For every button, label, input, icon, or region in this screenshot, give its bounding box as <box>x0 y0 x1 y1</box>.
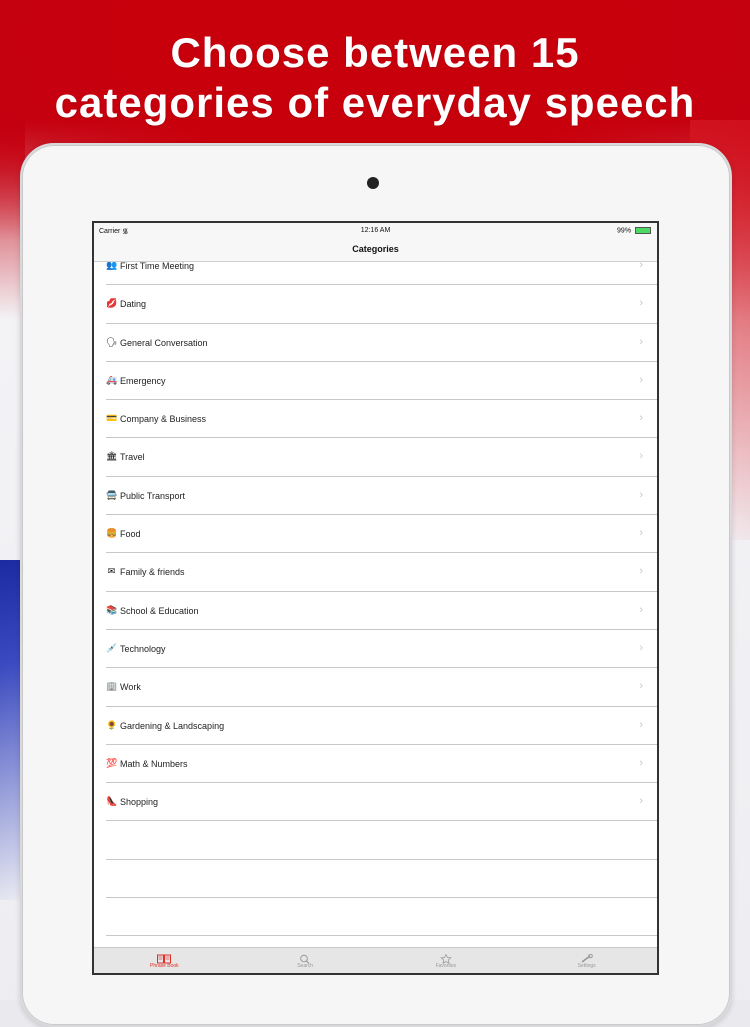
battery-percent: 99% <box>617 227 632 235</box>
list-item[interactable]: 🏛 Travel › <box>106 438 657 477</box>
battery-indicator: 99% <box>617 227 651 234</box>
tablet-screen: Carrier ᯾ 12:16 AM 99% Categories 👥 First… <box>92 221 659 975</box>
list-item-label: Company & Business <box>120 414 207 425</box>
front-camera <box>367 177 379 189</box>
list-item[interactable]: 👥 First Time Meeting › <box>106 262 657 286</box>
empty-row <box>106 821 657 860</box>
promo-headline-line-1: Choose between 15 <box>170 29 580 76</box>
list-item[interactable]: 🚍 Public Transport › <box>106 477 657 516</box>
list-item-label: Travel <box>120 452 145 463</box>
list-item-label: Technology <box>120 643 166 654</box>
list-item-label: Emergency <box>120 375 166 386</box>
office-building-icon: 🏢 <box>106 681 118 692</box>
search-icon <box>298 951 312 964</box>
chevron-right-icon: › <box>639 412 643 425</box>
chevron-right-icon: › <box>639 718 643 731</box>
tab-settings[interactable]: Settings <box>516 948 657 973</box>
chevron-right-icon: › <box>639 795 643 808</box>
page-title: Categories <box>352 244 399 254</box>
book-icon <box>157 951 172 964</box>
promo-headline-line-2: categories of everyday speech <box>54 79 696 126</box>
high-heel-icon: 👠 <box>106 796 118 807</box>
chevron-right-icon: › <box>639 603 643 616</box>
list-item[interactable]: ✉ Family & friends › <box>106 553 657 592</box>
hamburger-icon: 🍔 <box>106 528 118 539</box>
tab-bar: Phrase Book Search Favorites Settings <box>94 947 657 973</box>
list-item[interactable]: 🏢 Work › <box>106 668 657 707</box>
chevron-right-icon: › <box>639 262 643 271</box>
list-item-label: Gardening & Landscaping <box>120 720 225 731</box>
syringe-icon: 💉 <box>106 642 118 653</box>
tab-label: Settings <box>577 963 596 969</box>
tab-search[interactable]: Search <box>235 948 376 973</box>
battery-icon <box>635 227 651 234</box>
empty-row <box>106 860 657 899</box>
list-item-label: Shopping <box>120 797 159 808</box>
status-time: 12:16 AM <box>360 227 391 234</box>
books-icon: 📚 <box>106 604 118 615</box>
tab-favorites[interactable]: Favorites <box>376 948 517 973</box>
list-item-label: First Time Meeting <box>120 262 195 271</box>
empty-row <box>106 898 657 937</box>
list-item-label: Math & Numbers <box>120 758 188 769</box>
list-item[interactable]: 🍔 Food › <box>106 515 657 554</box>
chevron-right-icon: › <box>639 641 643 654</box>
list-item[interactable]: 💯 Math & Numbers › <box>106 745 657 784</box>
chevron-right-icon: › <box>639 565 643 578</box>
list-item-label: General Conversation <box>120 337 208 348</box>
ambulance-icon: 🚑 <box>106 374 118 385</box>
list-item[interactable]: 🗣 General Conversation › <box>106 324 657 362</box>
list-item-label: Public Transport <box>120 490 186 501</box>
chevron-right-icon: › <box>639 373 643 386</box>
list-item-label: Dating <box>120 299 147 310</box>
chevron-right-icon: › <box>639 297 643 310</box>
chevron-right-icon: › <box>639 680 643 693</box>
tab-label: Phrase Book <box>150 963 179 969</box>
chevron-right-icon: › <box>639 756 643 769</box>
tab-phrase-book[interactable]: Phrase Book <box>94 948 235 973</box>
sunflower-icon: 🌻 <box>106 719 118 730</box>
tab-label: Favorites <box>435 963 457 969</box>
category-list[interactable]: 👥 First Time Meeting › 💋 Dating › 🗣 General Con… <box>94 262 657 949</box>
classical-building-icon: 🏛 <box>106 451 118 462</box>
speaking-head-icon: 🗣 <box>106 336 118 347</box>
credit-card-icon: 💳 <box>106 413 118 424</box>
list-item[interactable]: 💋 Dating › <box>106 285 657 324</box>
people-icon: 👥 <box>106 262 118 270</box>
lips-icon: 💋 <box>106 298 118 309</box>
list-item[interactable]: 💳 Company & Business › <box>106 400 657 439</box>
list-item[interactable]: 🌻 Gardening & Landscaping › <box>106 707 657 745</box>
hundred-points-icon: 💯 <box>106 757 118 768</box>
chevron-right-icon: › <box>639 335 643 348</box>
list-item[interactable]: 👠 Shopping › <box>106 783 657 822</box>
list-item-label: Work <box>120 682 141 693</box>
bus-icon: 🚍 <box>106 489 118 500</box>
list-item[interactable]: 🚑 Emergency › <box>106 362 657 401</box>
list-item-label: Family & friends <box>120 567 185 578</box>
settings-icon <box>580 951 594 963</box>
chevron-right-icon: › <box>639 527 643 540</box>
tab-label: Search <box>297 963 314 969</box>
chevron-right-icon: › <box>639 450 643 463</box>
favorites-icon <box>439 951 453 965</box>
app-screen: Carrier ᯾ 12:16 AM 99% Categories 👥 First… <box>94 223 657 973</box>
navigation-bar: Categories <box>94 239 657 262</box>
promo-headline: Choose between 15 categories of everyday… <box>0 28 750 128</box>
list-item-label: School & Education <box>120 605 199 616</box>
list-item[interactable]: 📚 School & Education › <box>106 592 657 630</box>
envelope-icon: ✉ <box>107 566 116 577</box>
list-item[interactable]: 💉 Technology › <box>106 630 657 669</box>
list-item-label: Food <box>120 529 141 540</box>
chevron-right-icon: › <box>639 488 643 501</box>
status-bar: Carrier ᯾ 12:16 AM 99% <box>94 223 657 239</box>
